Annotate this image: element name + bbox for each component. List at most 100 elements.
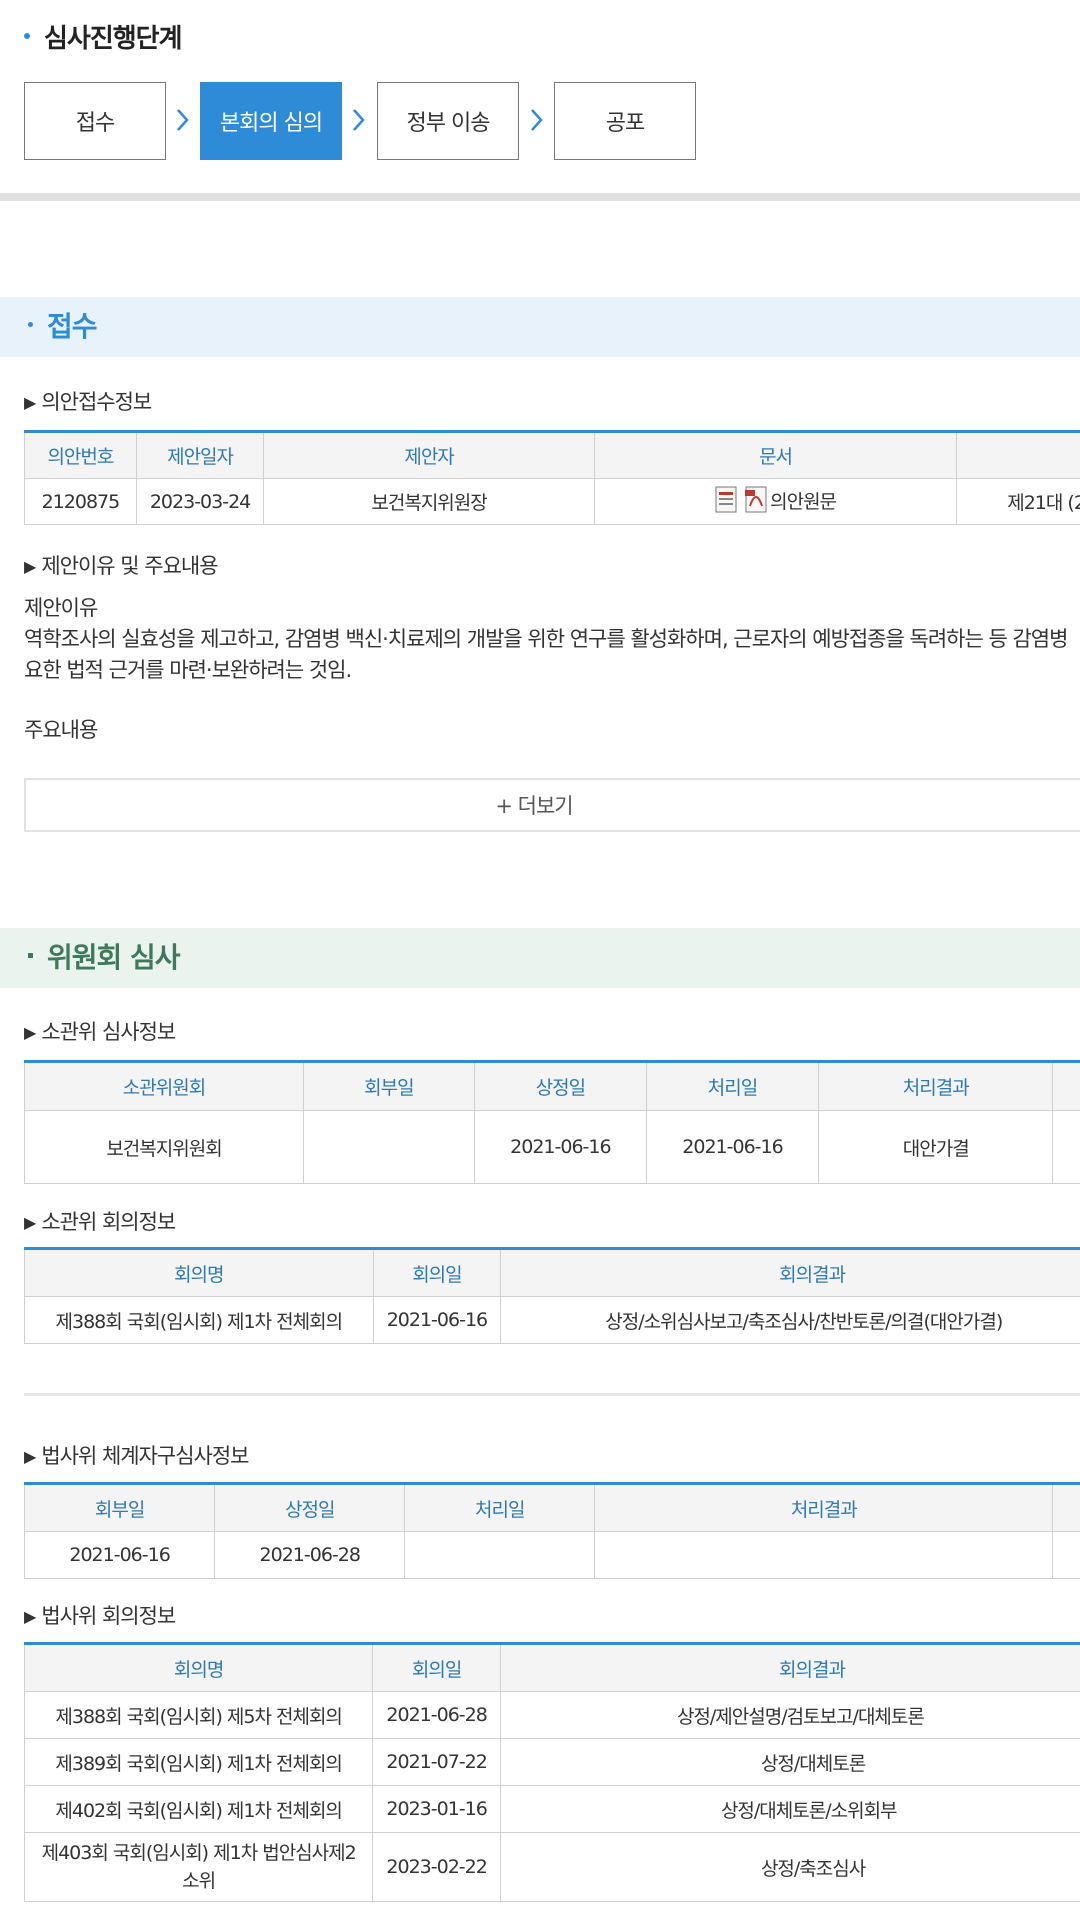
column-header: 상정일	[214, 1483, 406, 1532]
meeting-result: 상정/대체토론	[499, 1738, 1080, 1786]
table-row: 제403회 국회(임시회) 제1차 법안심사제2소위 2023-02-22 상정…	[23, 1832, 1080, 1902]
table-row: 제388회 국회(임시회) 제5차 전체회의 2021-06-28 상정/제안설…	[23, 1691, 1080, 1739]
column-header: 회부일	[23, 1483, 216, 1532]
judiciary-meeting-table: 회의명 회의일 회의결과 제388회 국회(임시회) 제5차 전체회의 2021…	[23, 1642, 1080, 1902]
heading-text: 제안이유 및 주요내용	[41, 554, 218, 578]
judiciary-review-table: 회부일 상정일 처리일 처리결과 2021-06-16 2021-06-28	[23, 1482, 1080, 1579]
meeting-date: 2023-01-16	[372, 1785, 501, 1833]
step-plenary[interactable]: 본회의 심의	[200, 82, 342, 160]
meeting-result: 상정/대체토론/소위회부	[499, 1785, 1080, 1833]
meeting-name: 제388회 국회(임시회) 제5차 전체회의	[23, 1691, 374, 1739]
processing-result	[594, 1531, 1054, 1579]
column-header: 의안번호	[24, 431, 137, 479]
triangle-icon: ▶	[24, 1447, 36, 1466]
heading-text: 소관위 회의정보	[41, 1210, 176, 1234]
committee-meeting-table: 회의명 회의일 회의결과 제388회 국회(임시회) 제1차 전체회의 2021…	[24, 1247, 1080, 1344]
proposer: 보건복지위원장	[263, 478, 595, 525]
column-header: 회의일	[372, 1248, 502, 1297]
section-title-text: 위원회 심사	[47, 941, 181, 974]
reason-text-line1: 역학조사의 실효성을 제고하고, 감염병 백신·치료제의 개발을 위한 연구를 …	[24, 627, 1068, 651]
section-title-text: 접수	[47, 310, 98, 343]
section-title: 위원회 심사	[28, 928, 181, 988]
meeting-result: 상정/축조심사	[499, 1832, 1080, 1902]
committee-name: 보건복지위원회	[23, 1110, 305, 1184]
step-transfer[interactable]: 정부 이송	[377, 82, 519, 160]
step-label: 본회의 심의	[219, 111, 323, 136]
heading-text: 법사위 회의정보	[41, 1604, 176, 1628]
meeting-result: 상정/제안설명/검토보고/대체토론	[499, 1691, 1080, 1739]
pdf-file-icon[interactable]	[744, 486, 770, 514]
column-header: 제안자	[263, 431, 595, 479]
committee-meeting-heading: ▶ 소관위 회의정보	[24, 1206, 176, 1236]
triangle-icon: ▶	[24, 1023, 36, 1042]
section-header-committee: 위원회 심사	[0, 928, 1080, 988]
more-button[interactable]: + 더보기	[24, 778, 1080, 832]
column-header: 제안일자	[135, 431, 265, 479]
document-cell: 의안원문	[593, 478, 958, 525]
bullet-icon	[24, 32, 30, 39]
bullet-icon	[28, 321, 33, 327]
chevron-right-icon	[177, 109, 189, 131]
heading-text: 소관위 심사정보	[41, 1020, 176, 1044]
table-row: 2021-06-16 2021-06-28	[23, 1531, 1080, 1579]
column-header: 처리일	[404, 1483, 596, 1532]
table-header-row: 의안번호 제안일자 제안자 문서	[24, 431, 1080, 479]
column-header	[1052, 1061, 1080, 1111]
column-header	[1052, 1483, 1080, 1532]
meeting-name: 제403회 국회(임시회) 제1차 법안심사제2소위	[23, 1832, 374, 1902]
hwp-file-icon[interactable]	[715, 486, 739, 514]
meeting-date: 2021-06-28	[372, 1691, 501, 1739]
reason-label: 제안이유	[24, 596, 98, 620]
heading-text: 의안접수정보	[41, 390, 152, 414]
column-header: 회의결과	[499, 1643, 1080, 1692]
reason-heading: ▶ 제안이유 및 주요내용	[24, 550, 219, 580]
column-header: 회의결과	[500, 1248, 1080, 1297]
meeting-name: 제389회 국회(임시회) 제1차 전체회의	[23, 1738, 374, 1786]
progress-title: 심사진행단계	[24, 18, 183, 55]
triangle-icon: ▶	[24, 1607, 36, 1626]
table-row: 제389회 국회(임시회) 제1차 전체회의 2021-07-22 상정/대체토…	[23, 1738, 1080, 1786]
referral-date	[303, 1110, 475, 1184]
column-header: 회부일	[303, 1061, 475, 1111]
meeting-date: 2021-07-22	[372, 1738, 501, 1786]
session-cell: 제21대 (2	[956, 478, 1080, 525]
more-button-label: + 더보기	[495, 794, 573, 818]
column-header: 처리결과	[818, 1061, 1054, 1111]
processing-date	[404, 1531, 596, 1579]
meeting-name: 제402회 국회(임시회) 제1차 전체회의	[23, 1785, 374, 1833]
column-header: 문서	[593, 431, 958, 479]
column-header: 소관위원회	[23, 1061, 305, 1111]
judiciary-review-heading: ▶ 법사위 체계자구심사정보	[24, 1440, 250, 1470]
processing-date: 2021-06-16	[645, 1110, 820, 1184]
chevron-right-icon	[353, 109, 365, 131]
triangle-icon: ▶	[24, 1213, 36, 1232]
heading-text: 법사위 체계자구심사정보	[41, 1444, 249, 1468]
step-label: 공포	[605, 111, 645, 136]
processing-result: 대안가결	[818, 1110, 1054, 1184]
main-content-label: 주요내용	[24, 718, 98, 742]
meeting-date: 2023-02-22	[372, 1832, 501, 1902]
triangle-icon: ▶	[24, 557, 36, 576]
meeting-date: 2021-06-16	[372, 1296, 502, 1344]
progress-title-text: 심사진행단계	[44, 24, 183, 54]
table-row: 제388회 국회(임시회) 제1차 전체회의 2021-06-16 상정/소위심…	[24, 1296, 1080, 1344]
committee-review-heading: ▶ 소관위 심사정보	[24, 1016, 176, 1046]
bill-number: 2120875	[24, 478, 137, 525]
presentation-date: 2021-06-28	[214, 1531, 406, 1579]
table-header-row: 회의명 회의일 회의결과	[24, 1248, 1080, 1297]
section-header-receipt: 접수	[0, 297, 1080, 357]
extra-cell	[1052, 1110, 1080, 1184]
column-header: 회의명	[24, 1248, 374, 1297]
divider	[24, 1393, 1080, 1396]
referral-date: 2021-06-16	[23, 1531, 216, 1579]
judiciary-meeting-heading: ▶ 법사위 회의정보	[24, 1600, 176, 1630]
column-header: 처리결과	[594, 1483, 1054, 1532]
step-promulgation[interactable]: 공포	[554, 82, 696, 160]
document-link[interactable]: 의안원문	[770, 491, 837, 513]
presentation-date: 2021-06-16	[473, 1110, 647, 1184]
committee-review-table: 소관위원회 회부일 상정일 처리일 처리결과 보건복지위원회 2021-06-1…	[23, 1060, 1080, 1184]
step-label: 정부 이송	[406, 111, 491, 136]
column-header	[956, 431, 1080, 479]
step-received[interactable]: 접수	[24, 82, 166, 160]
extra-cell	[1052, 1531, 1080, 1579]
